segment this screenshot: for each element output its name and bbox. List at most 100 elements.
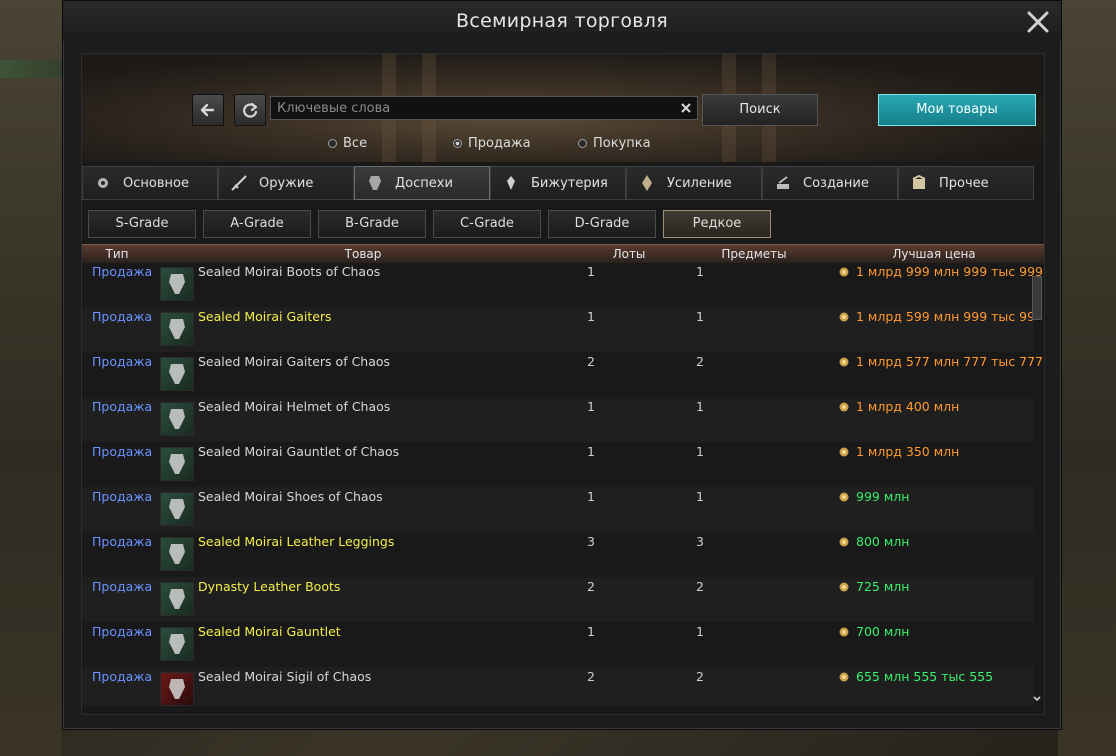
table-row[interactable]: Продажа Sealed Moirai Shoes of Chaos 1 1 999…	[82, 487, 1034, 532]
col-best-price[interactable]: Лучшая цена	[824, 245, 1044, 263]
settings-icon	[98, 178, 108, 188]
item-name[interactable]: Dynasty Leather Boots	[198, 579, 340, 595]
row-type-link[interactable]: Продажа	[92, 399, 152, 415]
row-type-link[interactable]: Продажа	[92, 579, 152, 595]
gaiters-icon[interactable]	[160, 312, 194, 346]
best-price: 999 млн	[838, 489, 909, 505]
row-type-link[interactable]: Продажа	[92, 354, 152, 370]
tab-armor[interactable]: Доспехи	[354, 166, 490, 200]
window-title: Всемирная торговля	[456, 10, 668, 32]
row-type-link[interactable]: Продажа	[92, 489, 152, 505]
grade-c[interactable]: C-Grade	[433, 210, 541, 238]
grade-a[interactable]: A-Grade	[203, 210, 311, 238]
search-input[interactable]	[271, 97, 679, 120]
lots-count: 2	[587, 354, 595, 369]
item-name[interactable]: Sealed Moirai Boots of Chaos	[198, 264, 380, 280]
table-row[interactable]: Продажа Sealed Moirai Gauntlet 1 1 700 млн	[82, 622, 1034, 667]
items-count: 2	[696, 354, 704, 369]
scrollbar-thumb[interactable]	[1032, 276, 1042, 320]
vertical-scrollbar[interactable]	[1032, 274, 1042, 704]
back-button[interactable]	[192, 94, 224, 126]
row-type-link[interactable]: Продажа	[92, 669, 152, 685]
items-count: 1	[696, 309, 704, 324]
arrow-left-icon	[200, 103, 215, 117]
scroll-down-button[interactable]	[1032, 694, 1042, 704]
tab-label: Основное	[123, 175, 189, 191]
refresh-button[interactable]	[234, 94, 266, 126]
table-row[interactable]: Продажа Sealed Moirai Boots of Chaos 1 1 1 м…	[82, 262, 1043, 307]
table-row[interactable]: Продажа Dynasty Leather Boots 2 2 725 млн	[82, 577, 1034, 622]
sigil-icon[interactable]	[160, 672, 194, 706]
item-name[interactable]: Sealed Moirai Shoes of Chaos	[198, 489, 383, 505]
lots-count: 1	[587, 624, 595, 639]
tab-label: Прочее	[939, 175, 989, 191]
adena-coin-icon	[839, 537, 849, 547]
tab-basic[interactable]: Основное	[82, 166, 218, 200]
tab-enhancement[interactable]: Усиление	[626, 166, 762, 200]
table-row[interactable]: Продажа Sealed Moirai Sigil of Chaos 2 2 655…	[82, 667, 1034, 706]
items-count: 1	[696, 489, 704, 504]
tab-misc[interactable]: Прочее	[898, 166, 1034, 200]
col-item[interactable]: Товар	[152, 245, 574, 263]
table-row[interactable]: Продажа Sealed Moirai Helmet of Chaos 1 1 1 …	[82, 397, 1034, 442]
row-type-link[interactable]: Продажа	[92, 534, 152, 550]
radio-icon	[578, 139, 587, 148]
trade-window: Всемирная торговля Ключевые слова Поиск …	[62, 0, 1062, 730]
item-name[interactable]: Sealed Moirai Gauntlet	[198, 624, 341, 640]
item-name[interactable]: Sealed Moirai Gaiters of Chaos	[198, 354, 390, 370]
item-name[interactable]: Sealed Moirai Gaiters	[198, 309, 332, 325]
col-lots[interactable]: Лоты	[574, 245, 684, 263]
gauntlet-icon[interactable]	[160, 447, 194, 481]
tab-weapons[interactable]: Оружие	[218, 166, 354, 200]
radio-buy[interactable]: Покупка	[578, 136, 651, 151]
chevron-down-icon	[1033, 696, 1041, 702]
gaiters-icon[interactable]	[160, 357, 194, 391]
table-row[interactable]: Продажа Sealed Moirai Gaiters of Chaos 2 2 1…	[82, 352, 1043, 397]
col-items[interactable]: Предметы	[684, 245, 824, 263]
best-price: 725 млн	[838, 579, 909, 595]
tab-label: Оружие	[259, 175, 314, 191]
grade-b[interactable]: B-Grade	[318, 210, 426, 238]
radio-buy-label: Покупка	[593, 136, 651, 151]
items-count: 2	[696, 579, 704, 594]
item-name[interactable]: Sealed Moirai Gauntlet of Chaos	[198, 444, 399, 460]
radio-all[interactable]: Все	[328, 136, 367, 151]
leggings-icon[interactable]	[160, 537, 194, 571]
adena-coin-icon	[839, 672, 849, 682]
lots-count: 2	[587, 669, 595, 684]
row-type-link[interactable]: Продажа	[92, 264, 152, 280]
table-row[interactable]: Продажа Sealed Moirai Gauntlet of Chaos 1 1…	[82, 442, 1034, 487]
search-button[interactable]: Поиск	[702, 94, 818, 126]
close-icon	[1027, 11, 1049, 33]
grade-d[interactable]: D-Grade	[548, 210, 656, 238]
grade-filter: S-Grade A-Grade B-Grade C-Grade D-Grade …	[88, 210, 771, 238]
shoes-icon[interactable]	[160, 492, 194, 526]
misc-box-icon	[912, 174, 926, 189]
item-name[interactable]: Sealed Moirai Sigil of Chaos	[198, 669, 371, 685]
clear-search-button[interactable]	[677, 99, 695, 117]
grade-rare[interactable]: Редкое	[663, 210, 771, 238]
table-row[interactable]: Продажа Sealed Moirai Leather Leggings 3 3 8…	[82, 532, 1034, 577]
col-type[interactable]: Тип	[82, 245, 152, 263]
item-name[interactable]: Sealed Moirai Leather Leggings	[198, 534, 394, 550]
boots-icon[interactable]	[160, 267, 194, 301]
row-type-link[interactable]: Продажа	[92, 309, 152, 325]
titlebar: Всемирная торговля	[63, 1, 1061, 41]
close-button[interactable]	[1023, 7, 1053, 37]
table-row[interactable]: Продажа Sealed Moirai Gaiters 1 1 1 млрд 599…	[82, 307, 1035, 352]
tab-crafting[interactable]: Создание	[762, 166, 898, 200]
adena-coin-icon	[839, 492, 849, 502]
my-items-button[interactable]: Мои товары	[878, 94, 1036, 126]
row-type-link[interactable]: Продажа	[92, 444, 152, 460]
best-price: 1 млрд 400 млн	[838, 399, 959, 415]
tab-jewelry[interactable]: Бижутерия	[490, 166, 626, 200]
helmet-icon[interactable]	[160, 402, 194, 436]
radio-sell[interactable]: Продажа	[453, 136, 531, 151]
row-type-link[interactable]: Продажа	[92, 624, 152, 640]
grade-s[interactable]: S-Grade	[88, 210, 196, 238]
content-panel: Поиск Мои товары Все Продажа Покупка	[81, 53, 1045, 715]
gauntlet-icon[interactable]	[160, 627, 194, 661]
boots-icon[interactable]	[160, 582, 194, 616]
price-text: 800 млн	[856, 534, 910, 549]
item-name[interactable]: Sealed Moirai Helmet of Chaos	[198, 399, 390, 415]
